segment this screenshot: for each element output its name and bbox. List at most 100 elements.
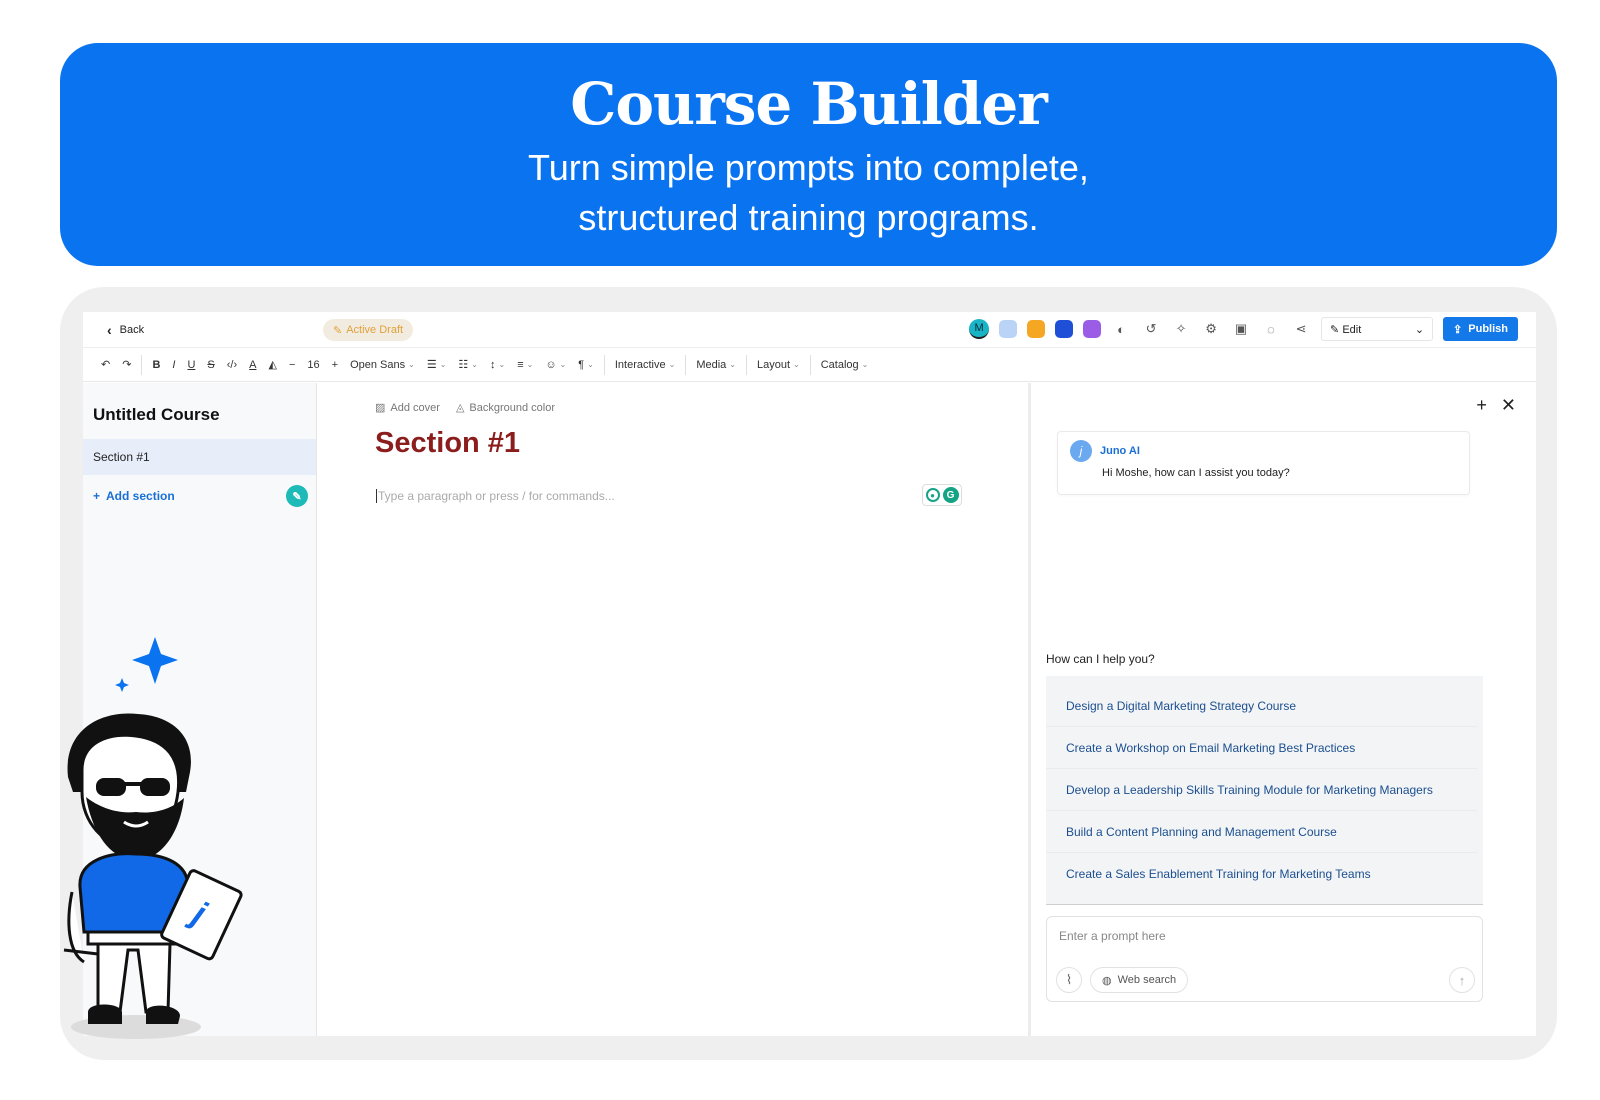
- numbered-list-icon[interactable]: ☷ ⌄: [452, 353, 484, 377]
- decrease-font-icon[interactable]: −: [283, 353, 301, 377]
- suggestion-item[interactable]: Build a Content Planning and Management …: [1046, 811, 1477, 853]
- toolbar-divider: [141, 354, 143, 375]
- line-height-icon[interactable]: ↕ ⌄: [484, 353, 511, 377]
- mode-select[interactable]: ✎ Edit ⌄: [1321, 317, 1434, 341]
- menu-layout[interactable]: Layout ⌄: [751, 353, 806, 377]
- color-swatch-light-blue[interactable]: [999, 320, 1018, 338]
- strikethrough-icon[interactable]: S: [201, 353, 220, 377]
- chat-icon[interactable]: ◌: [1261, 322, 1281, 337]
- paperclip-icon[interactable]: ⌇: [1056, 967, 1082, 993]
- publish-label: Publish: [1468, 323, 1508, 335]
- plus-icon: +: [93, 489, 101, 503]
- help-label: How can I help you?: [1046, 652, 1155, 666]
- ai-assistant-panel: + ✕ j Juno AI Hi Moshe, how can I assist…: [1028, 383, 1536, 1036]
- mascot-illustration: j: [63, 637, 243, 1039]
- cover-options: ▨ Add cover ◬ Background color: [375, 401, 555, 414]
- image-icon: ▨: [375, 402, 386, 414]
- paragraph-icon[interactable]: ¶ ⌄: [572, 353, 600, 377]
- chevron-down-icon: ⌄: [1414, 323, 1425, 336]
- color-swatch-blue[interactable]: [1055, 320, 1074, 338]
- panel-controls: + ✕: [1476, 395, 1516, 416]
- hero-subtitle-line2: structured training programs.: [578, 196, 1039, 238]
- toolbar-divider: [603, 354, 605, 375]
- font-family-select[interactable]: Open Sans ⌄: [344, 353, 421, 377]
- assistant-header: j Juno AI: [1070, 440, 1469, 462]
- emoji-icon[interactable]: ☺ ⌄: [539, 353, 572, 377]
- toolbar-divider: [809, 354, 811, 375]
- app-window: ‹ Back ✎ Active Draft M ◐ ↺ ✧ ⚙ ▣ ◌ ⋖ ✎ …: [83, 312, 1536, 1036]
- italic-icon[interactable]: I: [166, 353, 181, 377]
- close-icon[interactable]: ✕: [1501, 395, 1516, 416]
- pencil-icon: ✎: [333, 324, 343, 337]
- menu-catalog[interactable]: Catalog ⌄: [815, 353, 875, 377]
- course-title[interactable]: Untitled Course: [93, 405, 316, 425]
- large-sparkle-icon: [132, 637, 178, 684]
- new-chat-icon[interactable]: +: [1476, 395, 1487, 416]
- menu-media[interactable]: Media ⌄: [690, 353, 742, 377]
- top-bar-actions: M ◐ ↺ ✧ ⚙ ▣ ◌ ⋖ ✎ Edit ⌄ ⇪ Publish: [969, 317, 1518, 341]
- mode-select-value: ✎ Edit: [1330, 323, 1362, 336]
- sidebar-item-section-1[interactable]: Section #1: [83, 439, 316, 475]
- magic-wand-icon[interactable]: ✎: [286, 485, 308, 507]
- code-icon[interactable]: ‹/›: [221, 353, 243, 377]
- back-label: Back: [119, 323, 145, 336]
- toolbar-divider: [685, 354, 687, 375]
- align-icon[interactable]: ≡ ⌄: [511, 353, 539, 377]
- suggestion-list: Design a Digital Marketing Strategy Cour…: [1046, 676, 1483, 905]
- prompt-composer: ⌇ ◍ Web search ↑: [1046, 916, 1483, 1002]
- add-section-label: + Add section: [93, 489, 175, 503]
- bulb-icon: ●: [925, 488, 940, 502]
- upload-icon: ⇪: [1453, 323, 1463, 336]
- hero-title: Course Builder: [570, 70, 1048, 138]
- suggestion-item[interactable]: Design a Digital Marketing Strategy Cour…: [1046, 685, 1477, 727]
- color-swatch-orange[interactable]: [1027, 320, 1046, 338]
- bold-icon[interactable]: B: [146, 353, 166, 377]
- preview-icon[interactable]: ▣: [1231, 321, 1251, 337]
- increase-font-icon[interactable]: +: [326, 353, 344, 377]
- suggestion-item[interactable]: Create a Sales Enablement Training for M…: [1046, 853, 1477, 895]
- menu-interactive[interactable]: Interactive ⌄: [609, 353, 681, 377]
- suggestion-item[interactable]: Develop a Leadership Skills Training Mod…: [1046, 769, 1477, 811]
- color-swatch-purple[interactable]: [1083, 320, 1102, 338]
- highlight-icon[interactable]: ◭: [262, 353, 282, 377]
- background-color-button[interactable]: ◬ Background color: [456, 401, 555, 414]
- back-button[interactable]: ‹ Back: [107, 322, 144, 338]
- user-avatar[interactable]: M: [969, 319, 990, 339]
- draft-label: Active Draft: [346, 324, 404, 336]
- draft-status-badge[interactable]: ✎ Active Draft: [323, 319, 414, 341]
- share-icon[interactable]: ⋖: [1291, 321, 1311, 337]
- undo-icon[interactable]: ↶: [95, 353, 116, 377]
- chevron-left-icon: ‹: [107, 321, 112, 338]
- publish-button[interactable]: ⇪ Publish: [1443, 317, 1518, 341]
- hero-subtitle: Turn simple prompts into complete, struc…: [60, 143, 1557, 243]
- assistant-greeting: Hi Moshe, how can I assist you today?: [1102, 467, 1290, 479]
- suggestion-item[interactable]: Create a Workshop on Email Marketing Bes…: [1046, 727, 1477, 769]
- formatting-toolbar: ↶ ↷ B I U S ‹/› A ◭ − 16 + Open Sans ⌄ ☰ ⌄…: [83, 348, 1536, 382]
- gear-icon[interactable]: ⚙: [1201, 321, 1221, 337]
- section-heading[interactable]: Section #1: [375, 427, 520, 460]
- hero-subtitle-line1: Turn simple prompts into complete,: [528, 146, 1089, 188]
- web-search-label: Web search: [1117, 974, 1177, 986]
- toolbar-divider: [746, 354, 747, 375]
- top-bar: ‹ Back ✎ Active Draft M ◐ ↺ ✧ ⚙ ▣ ◌ ⋖ ✎ …: [83, 312, 1536, 348]
- font-size-value[interactable]: 16: [301, 353, 325, 377]
- add-cover-button[interactable]: ▨ Add cover: [375, 401, 440, 414]
- grammarly-icon: G: [942, 487, 959, 503]
- sparkle-icon[interactable]: ✧: [1171, 321, 1191, 337]
- web-search-toggle[interactable]: ◍ Web search: [1090, 967, 1189, 993]
- palette-icon[interactable]: ◐: [1111, 322, 1131, 337]
- send-arrow-icon[interactable]: ↑: [1449, 967, 1475, 993]
- history-icon[interactable]: ↺: [1141, 321, 1161, 337]
- prompt-input[interactable]: [1059, 927, 1459, 945]
- hero-banner: Course Builder Turn simple prompts into …: [60, 43, 1557, 266]
- redo-icon[interactable]: ↷: [116, 353, 137, 377]
- paragraph-placeholder[interactable]: Type a paragraph or press / for commands…: [376, 489, 615, 503]
- underline-icon[interactable]: U: [181, 353, 201, 377]
- bullet-list-icon[interactable]: ☰ ⌄: [421, 353, 453, 377]
- assistant-message: j Juno AI Hi Moshe, how can I assist you…: [1057, 431, 1470, 495]
- globe-icon: ◍: [1102, 974, 1112, 987]
- grammarly-widget[interactable]: ● G: [922, 484, 962, 506]
- editor-canvas: ▨ Add cover ◬ Background color Section #1 …: [318, 383, 1028, 1036]
- text-color-icon[interactable]: A: [243, 353, 262, 377]
- add-section-button[interactable]: + Add section ✎: [93, 485, 308, 507]
